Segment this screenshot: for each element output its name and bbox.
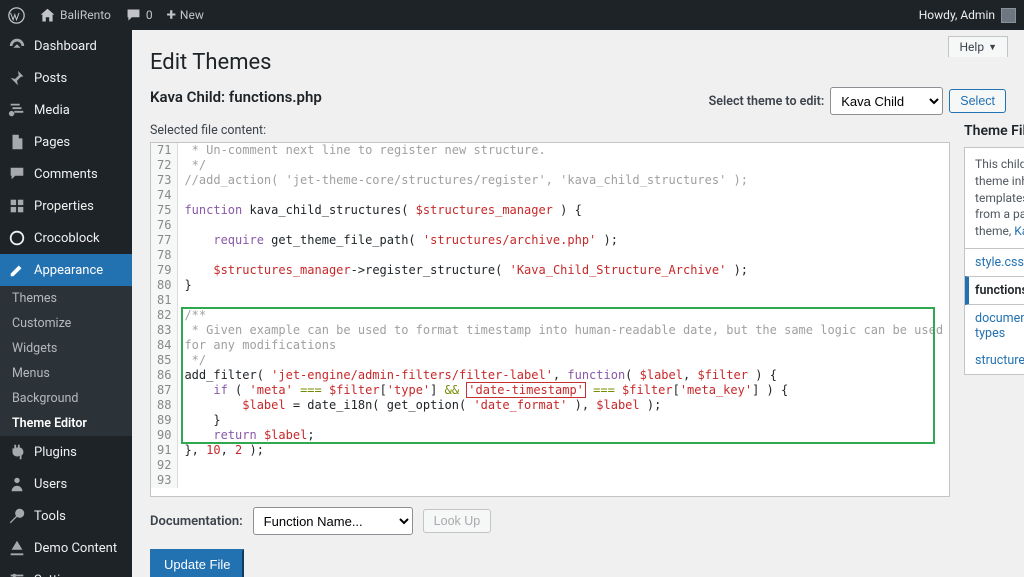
site-home-link[interactable]: BaliRento (39, 7, 111, 24)
admin-sidebar: DashboardPostsMediaPagesCommentsProperti… (0, 30, 132, 577)
avatar (1001, 8, 1016, 23)
menu-item-comments[interactable]: Comments (0, 158, 132, 190)
menu-item-demo-content[interactable]: Demo Content (0, 532, 132, 564)
media-icon (8, 101, 26, 119)
select-button[interactable]: Select (949, 89, 1006, 113)
user-menu[interactable]: Howdy, Admin (919, 8, 1016, 23)
files-list: style.cssfunctions.phpdocument-typesstru… (964, 249, 1024, 375)
submenu-theme-editor[interactable]: Theme Editor (0, 411, 132, 436)
doc-select[interactable]: Function Name... (253, 507, 413, 535)
menu-item-dashboard[interactable]: Dashboard (0, 30, 132, 62)
submenu-customize[interactable]: Customize (0, 311, 132, 336)
update-file-button[interactable]: Update File (150, 549, 244, 577)
howdy-text: Howdy, Admin (919, 8, 995, 22)
menu-item-pages[interactable]: Pages (0, 126, 132, 158)
file-structures[interactable]: structures (965, 347, 1024, 374)
wp-logo[interactable] (8, 7, 25, 24)
appearance-icon (8, 261, 26, 279)
menu-item-users[interactable]: Users (0, 468, 132, 500)
lookup-button[interactable]: Look Up (423, 509, 492, 533)
settings-icon (8, 571, 26, 577)
dashboard-icon (8, 37, 26, 55)
new-link[interactable]: + New (167, 5, 204, 25)
users-icon (8, 475, 26, 493)
submenu-menus[interactable]: Menus (0, 361, 132, 386)
menu-item-tools[interactable]: Tools (0, 500, 132, 532)
page-title: Edit Themes (150, 50, 1006, 75)
pin-icon (8, 69, 26, 87)
menu-item-crocoblock[interactable]: Crocoblock (0, 222, 132, 254)
file-style-css[interactable]: style.css (965, 249, 1024, 276)
doc-label: Documentation: (150, 514, 243, 529)
demo-icon (8, 539, 26, 557)
properties-icon (8, 197, 26, 215)
help-tab[interactable]: Help▼ (948, 36, 1008, 57)
submenu-background[interactable]: Background (0, 386, 132, 411)
chevron-down-icon: ▼ (988, 42, 997, 53)
croco-icon (8, 229, 26, 247)
line-gutter: 7172737475767778798081828384858687888990… (151, 143, 178, 488)
menu-item-appearance[interactable]: Appearance (0, 254, 132, 286)
code-editor[interactable]: 7172737475767778798081828384858687888990… (150, 142, 950, 497)
comments-link[interactable]: 0 (125, 7, 153, 24)
theme-files-desc: This child theme inherits templates from… (964, 147, 1024, 249)
code-lines[interactable]: * Un-comment next line to register new s… (178, 143, 949, 488)
menu-item-posts[interactable]: Posts (0, 62, 132, 94)
plus-icon: + (167, 5, 176, 25)
comments-count: 0 (146, 8, 153, 22)
admin-toolbar: BaliRento 0 + New Howdy, Admin (0, 0, 1024, 30)
plugin-icon (8, 443, 26, 461)
submenu-themes[interactable]: Themes (0, 286, 132, 311)
comments-icon (8, 165, 26, 183)
theme-select[interactable]: Kava Child (830, 87, 943, 115)
parent-theme-link[interactable]: Kava (1014, 224, 1024, 238)
site-name: BaliRento (60, 8, 111, 22)
menu-item-media[interactable]: Media (0, 94, 132, 126)
main-content: Help▼ Edit Themes Kava Child: functions.… (132, 30, 1024, 577)
menu-item-settings[interactable]: Settings (0, 564, 132, 577)
file-functions-php[interactable]: functions.php (965, 276, 1024, 305)
submenu-widgets[interactable]: Widgets (0, 336, 132, 361)
file-subtitle: Kava Child: functions.php (150, 88, 322, 106)
tools-icon (8, 507, 26, 525)
pages-icon (8, 133, 26, 151)
menu-item-plugins[interactable]: Plugins (0, 436, 132, 468)
theme-files-title: Theme Files (964, 123, 1024, 139)
select-theme-label: Select theme to edit: (709, 94, 825, 109)
selected-file-label: Selected file content: (150, 123, 950, 138)
file-document-types[interactable]: document-types (965, 305, 1024, 347)
menu-item-properties[interactable]: Properties (0, 190, 132, 222)
